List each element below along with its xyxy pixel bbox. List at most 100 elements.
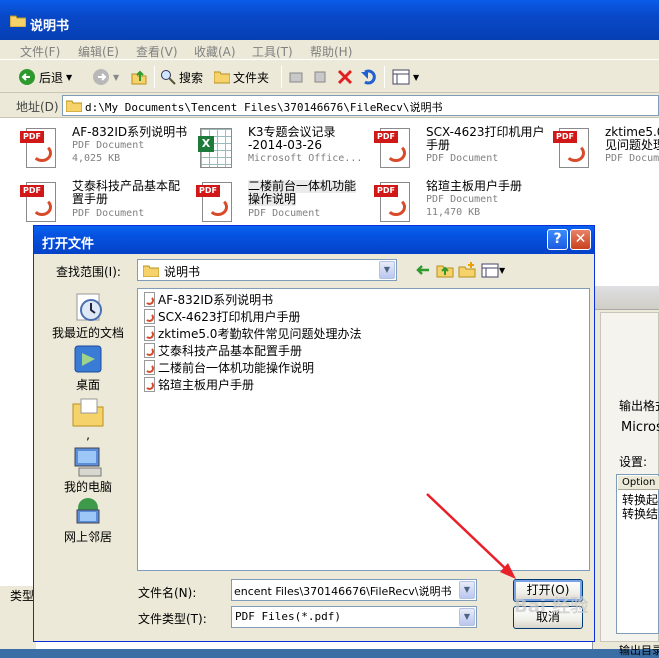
place-recent-documents[interactable]: 我最近的文档 <box>42 292 134 341</box>
file-name-input[interactable]: encent Files\370146676\FileRecv\说明书 ▼ <box>231 579 477 601</box>
file-name-line2: 置手册 <box>72 192 109 206</box>
up-folder-icon[interactable] <box>436 261 454 279</box>
copy-to-button[interactable] <box>312 67 328 87</box>
menu-bar: 文件(F) 编辑(E) 查看(V) 收藏(A) 工具(T) 帮助(H) <box>0 40 659 60</box>
help-button[interactable]: ? <box>547 229 568 250</box>
back-dropdown-icon[interactable]: ▼ <box>66 73 72 82</box>
explorer-titlebar[interactable]: 说明书 <box>0 0 659 40</box>
menu-view[interactable]: 查看(V) <box>136 43 178 60</box>
close-button[interactable]: ✕ <box>570 229 591 250</box>
desktop-icon <box>71 344 105 376</box>
look-in-select[interactable]: 说明书 ▼ <box>137 259 397 281</box>
place-label: 我最近的文档 <box>51 326 124 340</box>
network-places-icon <box>71 496 105 528</box>
background-window-titlebar <box>592 286 659 310</box>
copy-to-icon <box>314 71 326 83</box>
delete-button[interactable] <box>337 67 353 87</box>
file-type-label: 文件类型(T): <box>138 612 207 626</box>
file-type: PDF Document <box>248 208 321 219</box>
file-tile[interactable]: PDF zktime5.0 见问题处理 PDF Docum <box>553 126 659 174</box>
new-folder-icon[interactable] <box>458 261 476 279</box>
file-size: 11,470 KB <box>426 207 481 218</box>
undo-button[interactable] <box>360 67 378 87</box>
list-item[interactable]: SCX-4623打印机用户手册 <box>142 308 301 325</box>
file-tile[interactable]: X K3专题会议记录 -2014-03-26 Microsoft Office.… <box>196 126 366 174</box>
file-tile[interactable]: PDF AF-832ID系列说明书 PDF Document 4,025 KB <box>20 126 190 174</box>
file-name-line2: 手册 <box>426 138 451 152</box>
option-row[interactable]: 转换结 <box>622 505 658 522</box>
menu-edit[interactable]: 编辑(E) <box>78 43 119 60</box>
search-icon <box>161 70 176 85</box>
output-dir-label: 输出目录 <box>619 644 659 657</box>
views-dropdown-icon[interactable]: ▼ <box>413 73 419 82</box>
options-column-header[interactable]: Option <box>618 476 659 490</box>
chevron-down-icon[interactable]: ▼ <box>459 608 475 626</box>
forward-dropdown-icon[interactable]: ▼ <box>113 73 119 82</box>
look-in-value: 说明书 <box>164 265 201 279</box>
file-name-line2: 操作说明 <box>248 192 297 206</box>
output-format-label: 输出格式 <box>619 399 659 413</box>
list-item[interactable]: AF-832ID系列说明书 <box>142 291 273 308</box>
pdf-icon: PDF <box>374 180 412 224</box>
file-list[interactable]: AF-832ID系列说明书 SCX-4623打印机用户手册 zktime5.0考… <box>137 288 590 571</box>
type-label: 类型 <box>10 589 35 603</box>
toolbar: 后退 ▼ ▼ 搜索 文件夹 ▼ <box>0 60 659 93</box>
file-name: 铭瑄主板用户手册 <box>426 179 523 193</box>
forward-button[interactable]: ▼ <box>92 67 119 87</box>
place-label: 桌面 <box>75 378 100 392</box>
menu-favorites[interactable]: 收藏(A) <box>194 43 236 60</box>
search-label: 搜索 <box>179 70 204 85</box>
list-item[interactable]: 铭瑄主板用户手册 <box>142 376 254 393</box>
up-folder-icon <box>131 70 147 85</box>
file-name-label: 文件名(N): <box>138 586 197 600</box>
folders-icon <box>214 71 230 84</box>
delete-x-icon <box>337 69 353 85</box>
file-tile[interactable]: PDF SCX-4623打印机用户 手册 PDF Document <box>374 126 545 174</box>
file-tile[interactable]: PDF 铭瑄主板用户手册 PDF Document 11,470 KB <box>374 180 544 228</box>
file-size: 4,025 KB <box>72 153 121 164</box>
move-to-button[interactable] <box>288 67 304 87</box>
file-type: PDF Document <box>426 194 499 205</box>
list-item[interactable]: 二楼前台一体机功能操作说明 <box>142 359 314 376</box>
file-tile[interactable]: PDF 艾泰科技产品基本配 置手册 PDF Document <box>20 180 190 228</box>
move-to-icon <box>289 72 303 83</box>
place-desktop[interactable]: 桌面 <box>42 344 134 393</box>
back-button[interactable]: 后退 ▼ <box>18 67 72 87</box>
place-label: 网上邻居 <box>63 530 112 544</box>
chevron-down-icon: ▼ <box>499 265 506 275</box>
list-item-label: 艾泰科技产品基本配置手册 <box>158 344 303 358</box>
chevron-down-icon[interactable]: ▼ <box>459 581 475 599</box>
list-item[interactable]: 艾泰科技产品基本配置手册 <box>142 342 302 359</box>
file-type: PDF Document <box>72 208 145 219</box>
pdf-icon: PDF <box>553 126 591 170</box>
place-label: 我的电脑 <box>63 480 112 494</box>
open-file-dialog: 打开文件 ? ✕ 查找范围(I): 说明书 ▼ ▼ 我最近的文档 桌面 , 我的… <box>33 225 595 642</box>
file-tile[interactable]: PDF 二楼前台一体机功能 操作说明 PDF Document <box>196 180 366 228</box>
file-name-line2: 见问题处理 <box>605 138 659 152</box>
list-item-label: 铭瑄主板用户手册 <box>158 378 255 392</box>
menu-help[interactable]: 帮助(H) <box>310 43 352 60</box>
place-network[interactable]: 网上邻居 <box>42 496 134 545</box>
search-button[interactable]: 搜索 <box>160 67 203 87</box>
view-menu-button[interactable]: ▼ <box>481 261 505 279</box>
watermark-text: Bai 经验 <box>514 596 589 617</box>
place-label: , <box>86 428 90 442</box>
back-arrow-icon <box>19 69 35 85</box>
address-input[interactable]: d:\My Documents\Tencent Files\370146676\… <box>62 95 659 116</box>
back-arrow-icon[interactable] <box>415 261 431 279</box>
list-item[interactable]: zktime5.0考勤软件常见问题处理办法 <box>142 325 361 342</box>
up-folder-button[interactable] <box>130 67 148 87</box>
menu-file[interactable]: 文件(F) <box>20 43 60 60</box>
place-my-computer[interactable]: 我的电脑 <box>42 446 134 495</box>
views-button[interactable]: ▼ <box>392 67 419 87</box>
dialog-titlebar[interactable]: 打开文件 ? ✕ <box>34 226 594 254</box>
folder-icon <box>10 15 26 27</box>
folder-icon <box>143 265 159 277</box>
back-label: 后退 <box>39 70 64 85</box>
output-format-value[interactable]: Micros <box>621 420 659 435</box>
place-my-documents[interactable]: , <box>42 396 134 442</box>
chevron-down-icon[interactable]: ▼ <box>379 261 395 279</box>
folders-button[interactable]: 文件夹 <box>214 67 269 87</box>
file-type-select[interactable]: PDF Files(*.pdf) ▼ <box>231 606 477 628</box>
menu-tools[interactable]: 工具(T) <box>252 43 293 60</box>
